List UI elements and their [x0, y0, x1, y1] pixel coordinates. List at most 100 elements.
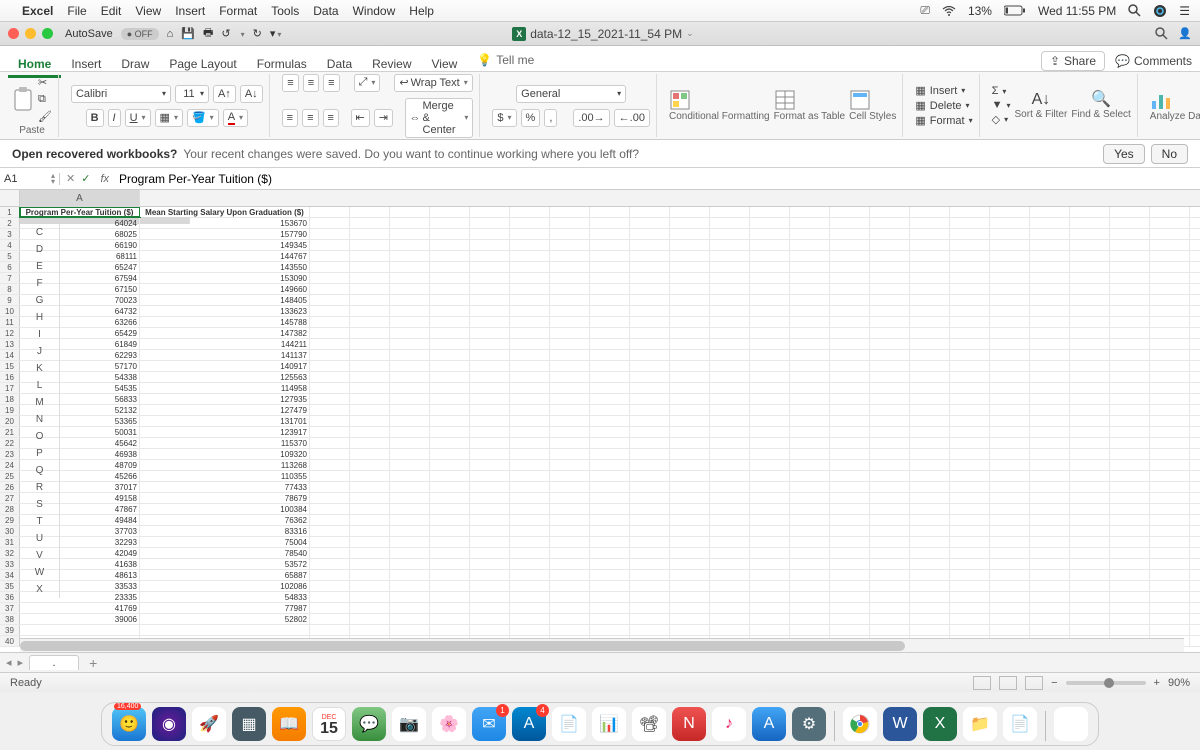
increase-font-icon[interactable]: A↑	[213, 85, 236, 103]
ribbon-options-icon[interactable]: 👤	[1178, 27, 1192, 40]
fx-icon[interactable]: fx	[96, 173, 113, 185]
bold-button[interactable]: B	[86, 109, 104, 127]
tell-me[interactable]: 💡 Tell me	[467, 49, 544, 71]
settings-icon[interactable]: ⚙	[792, 707, 826, 741]
table-row[interactable]: 334163853572	[0, 559, 1200, 570]
app-name[interactable]: Excel	[22, 4, 53, 18]
zoom-level[interactable]: 90%	[1168, 677, 1190, 689]
align-right-icon[interactable]: ≡	[323, 109, 339, 127]
col-header-A[interactable]: A	[20, 190, 140, 207]
fill-button[interactable]: ▼ ▾	[992, 99, 1011, 111]
table-row[interactable]: 1163266145788	[0, 317, 1200, 328]
table-row[interactable]: 2053365131701	[0, 416, 1200, 427]
table-row[interactable]: 2150031123917	[0, 427, 1200, 438]
table-row[interactable]: 2545266110355	[0, 471, 1200, 482]
page-layout-view-button[interactable]	[999, 676, 1017, 690]
horizontal-scrollbar[interactable]	[20, 638, 1184, 652]
tab-insert[interactable]: Insert	[61, 53, 111, 75]
align-top-icon[interactable]: ≡	[282, 74, 298, 92]
table-row[interactable]: 2448709113268	[0, 460, 1200, 471]
menu-edit[interactable]: Edit	[101, 4, 122, 18]
number-format-select[interactable]: General▾	[516, 85, 626, 103]
screen-share-icon[interactable]: ⎚	[920, 3, 930, 18]
table-row[interactable]: 383900652802	[0, 614, 1200, 625]
wifi-icon[interactable]	[942, 6, 956, 16]
sort-filter-button[interactable]: A↓Sort & Filter	[1015, 91, 1068, 120]
table-row[interactable]: 1754535114958	[0, 383, 1200, 394]
calendar-icon[interactable]: DEC15	[312, 707, 346, 741]
table-row[interactable]: 2245642115370	[0, 438, 1200, 449]
minimize-window-button[interactable]	[25, 28, 36, 39]
table-row[interactable]: 374176977987	[0, 603, 1200, 614]
tab-view[interactable]: View	[422, 53, 468, 75]
copy-icon[interactable]: ⧉	[38, 93, 52, 106]
menu-help[interactable]: Help	[409, 4, 434, 18]
menu-file[interactable]: File	[67, 4, 86, 18]
font-size-select[interactable]: 11▾	[175, 85, 209, 103]
cut-icon[interactable]: ✂	[38, 76, 52, 89]
launchpad-icon[interactable]: 🚀	[192, 707, 226, 741]
underline-button[interactable]: U	[125, 109, 151, 127]
finder-icon[interactable]: 🙂16,400	[112, 707, 146, 741]
siri-dock-icon[interactable]: ◉	[152, 707, 186, 741]
percent-format-icon[interactable]: %	[521, 109, 541, 127]
photo-booth-icon[interactable]: 📷	[392, 707, 426, 741]
normal-view-button[interactable]	[973, 676, 991, 690]
table-row[interactable]: 294948476362	[0, 515, 1200, 526]
table-row[interactable]: 2346938109320	[0, 449, 1200, 460]
share-button[interactable]: ⇪ Share	[1041, 51, 1105, 71]
search-icon[interactable]	[1155, 27, 1168, 40]
increase-decimal-icon[interactable]: .00→	[573, 109, 609, 127]
borders-button[interactable]: ▦	[155, 109, 183, 127]
music-icon[interactable]: ♪	[712, 707, 746, 741]
pages-icon[interactable]: 📄	[552, 707, 586, 741]
word-icon[interactable]: W	[883, 707, 917, 741]
trash-icon[interactable]: 🗑	[1054, 707, 1088, 741]
spreadsheet-grid[interactable]: ABCDEFGHIJKLMNOPQRSTUVWX 1Program Per-Ye…	[0, 190, 1200, 652]
home-icon[interactable]: ⌂	[167, 28, 174, 40]
format-painter-icon[interactable]: 🖌	[38, 110, 52, 123]
photos-icon[interactable]: 🌸	[432, 707, 466, 741]
menu-data[interactable]: Data	[313, 4, 338, 18]
close-window-button[interactable]	[8, 28, 19, 39]
merge-center-button[interactable]: ⇔ Merge & Center	[405, 98, 474, 138]
format-cells-button[interactable]: ▦ Format ▾	[915, 114, 972, 127]
print-icon[interactable]: 🖶	[203, 24, 213, 43]
ibooks-icon[interactable]: 📖	[272, 707, 306, 741]
table-row[interactable]: 368025157790	[0, 229, 1200, 240]
comments-button[interactable]: 💬 Comments	[1115, 54, 1192, 68]
table-row[interactable]: 2847867100384	[0, 504, 1200, 515]
table-row[interactable]: 324204978540	[0, 548, 1200, 559]
undo-icon[interactable]: ↺	[221, 27, 230, 40]
tab-formulas[interactable]: Formulas	[247, 53, 317, 75]
doc-icon[interactable]: 📄	[1003, 707, 1037, 741]
autosave-toggle[interactable]: ● OFF	[121, 28, 159, 40]
accounting-format-icon[interactable]: $	[492, 109, 516, 127]
italic-button[interactable]: I	[108, 109, 121, 127]
save-icon[interactable]: 💾	[181, 27, 195, 40]
wrap-text-button[interactable]: ↩ Wrap Text	[394, 74, 472, 92]
select-all-corner[interactable]	[0, 190, 20, 206]
tab-page-layout[interactable]: Page Layout	[159, 53, 246, 75]
table-row[interactable]: 1654338125563	[0, 372, 1200, 383]
mission-control-icon[interactable]: ▦	[232, 707, 266, 741]
menu-tools[interactable]: Tools	[271, 4, 299, 18]
zoom-slider[interactable]	[1066, 681, 1146, 685]
menu-icon[interactable]: ☰	[1179, 4, 1190, 18]
sheet-nav-prev[interactable]: ◂	[6, 656, 12, 669]
tab-data[interactable]: Data	[317, 53, 362, 75]
zoom-out-button[interactable]: −	[1051, 677, 1057, 689]
formula-input[interactable]	[113, 172, 1200, 186]
menu-format[interactable]: Format	[219, 4, 257, 18]
table-row[interactable]: 568111144767	[0, 251, 1200, 262]
news-icon[interactable]: N	[672, 707, 706, 741]
undo-dropdown[interactable]	[239, 28, 245, 40]
table-row[interactable]: 362333554833	[0, 592, 1200, 603]
align-center-icon[interactable]: ≡	[302, 109, 318, 127]
analyze-data-button[interactable]: Analyze Data	[1150, 89, 1200, 122]
table-row[interactable]: 3533533102086	[0, 581, 1200, 592]
table-row[interactable]: 1064732133623	[0, 306, 1200, 317]
zoom-window-button[interactable]	[42, 28, 53, 39]
table-row[interactable]: 665247143550	[0, 262, 1200, 273]
recovery-yes-button[interactable]: Yes	[1103, 144, 1145, 164]
